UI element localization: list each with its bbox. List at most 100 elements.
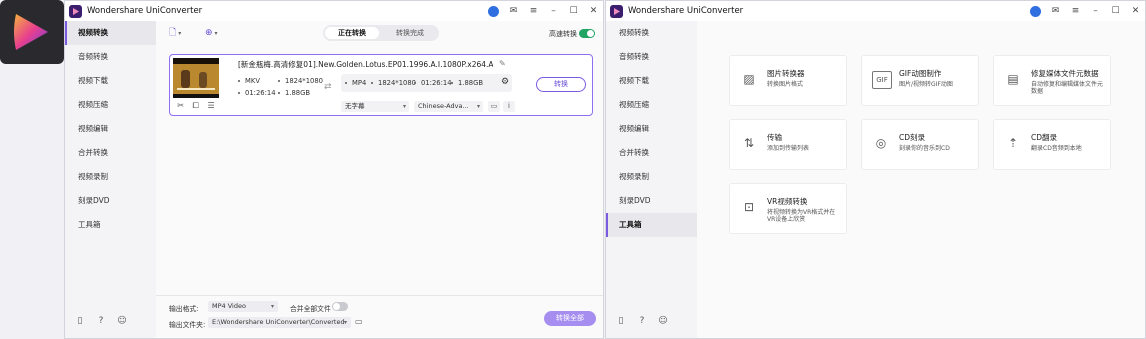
add-circle-icon: ⊕ [205,28,213,38]
toolbox-window: Wondershare UniConverter ✉ ≡ – ☐ ✕ 视频转换 … [605,0,1146,339]
video-thumbnail[interactable] [173,58,219,98]
mail-icon[interactable]: ✉ [508,6,519,17]
output-folder-select[interactable]: E:\Wondershare UniConverter\Converted ▾ [208,317,351,328]
image-convert-icon: ▨ [743,72,755,86]
sidebar-item-video-compress[interactable]: 视频压缩 [606,93,697,117]
trim-icon[interactable]: ✂ [177,101,184,111]
app-logo-icon [610,4,623,18]
sidebar-item-video-download[interactable]: 视频下载 [606,69,697,93]
merge-toggle[interactable] [332,302,348,311]
tool-desc: 添加到传输列表 [767,145,810,152]
account-avatar-icon[interactable] [488,5,499,17]
sidebar-item-video-edit[interactable]: 视频编辑 [65,117,156,141]
effects-icon[interactable]: ☰ [208,101,215,111]
tool-desc: 自动修复和编辑媒体文件元数据 [1031,81,1104,95]
target-info: MP4 1824*1080 01:26:14 1.88GB ⚙ [341,74,512,92]
close-icon[interactable]: ✕ [1130,6,1141,17]
gif-icon: GIF [872,71,892,89]
mail-icon[interactable]: ✉ [1050,6,1061,17]
add-file-button[interactable]: 🗋 ▾ [169,27,181,39]
chevron-down-icon: ▾ [214,29,218,37]
maximize-icon[interactable]: ☐ [1110,6,1121,17]
minimize-icon[interactable]: – [548,6,559,17]
target-resolution: 1824*1080 [371,79,416,87]
sidebar-item-record[interactable]: 视频录制 [65,165,156,189]
sidebar-item-video-convert[interactable]: 视频转换 [606,21,697,45]
minimize-icon[interactable]: – [1090,6,1101,17]
menu-icon[interactable]: ≡ [1070,6,1081,17]
output-folder-label: 输出文件夹: [169,321,206,329]
tab-converting[interactable]: 正在转换 [325,27,379,39]
sidebar-item-record[interactable]: 视频录制 [606,165,697,189]
source-format: MKV [238,77,260,85]
subtitle-select[interactable]: 无字幕 ▾ [341,101,409,112]
sidebar-item-merge[interactable]: 合并转换 [65,141,156,165]
sidebar-item-video-convert[interactable]: 视频转换 [65,21,156,45]
crop-icon[interactable]: ⧠ [193,101,199,111]
file-card[interactable]: ✂ ⧠ ☰ [新金瓶梅.高清修复01].New.Golden.Lotus.EP0… [169,54,593,116]
user-icon[interactable]: ☺ [658,316,668,326]
convert-all-button[interactable]: 转换全部 [544,311,596,326]
book-icon[interactable]: ▯ [75,316,85,326]
source-size: 1.88GB [278,89,310,97]
add-file-icon: 🗋 [169,28,177,38]
sidebar: 视频转换 音频转换 视频下载 视频压缩 视频编辑 合并转换 视频录制 刻录DVD… [606,21,697,338]
sidebar-item-toolbox[interactable]: 工具箱 [65,213,156,237]
app-title: Wondershare UniConverter [628,6,744,16]
app-title: Wondershare UniConverter [87,6,203,16]
convert-button[interactable]: 转换 [536,77,586,92]
tool-title: 修复媒体文件元数据 [1031,69,1099,78]
title-bar: Wondershare UniConverter ✉ ≡ – ☐ ✕ [65,1,603,21]
desktop-app-icon[interactable] [0,0,64,64]
book-icon[interactable]: ▯ [616,316,626,326]
maximize-icon[interactable]: ☐ [568,6,579,17]
settings-gear-icon[interactable]: ⚙ [501,77,509,87]
sidebar: 视频转换 音频转换 视频下载 视频压缩 视频编辑 合并转换 视频录制 刻录DVD… [65,21,156,338]
sidebar-item-video-edit[interactable]: 视频编辑 [606,117,697,141]
tool-gif-maker[interactable]: GIF GIF动图制作 图片/视频转GIF动图 [861,55,979,106]
rename-icon[interactable]: ✎ [499,59,506,68]
tool-vr-convert[interactable]: ⊡ VR视频转换 将视频转换为VR格式并在VR设备上欣赏 [729,183,847,234]
help-icon[interactable]: ? [637,316,647,326]
merge-label: 合并全部文件 [290,305,331,313]
tool-cd-rip[interactable]: ⇡ CD翻录 翻录CD音频到本地 [993,119,1111,170]
source-resolution: 1824*1080 [278,77,323,85]
tool-desc: 图片/视频转GIF动图 [899,81,953,88]
target-duration: 01:26:14 [414,79,452,87]
sidebar-item-burn-dvd[interactable]: 刻录DVD [606,189,697,213]
menu-icon[interactable]: ≡ [528,6,539,17]
output-format-select[interactable]: MP4 Video ▾ [208,301,278,312]
tool-fix-metadata[interactable]: ▤ 修复媒体文件元数据 自动修复和编辑媒体文件元数据 [993,55,1111,106]
tool-title: CD翻录 [1031,133,1058,142]
tool-transfer[interactable]: ⇅ 传输 添加到传输列表 [729,119,847,170]
sidebar-item-video-compress[interactable]: 视频压缩 [65,93,156,117]
account-avatar-icon[interactable] [1030,5,1041,17]
sidebar-item-audio-convert[interactable]: 音频转换 [606,45,697,69]
sidebar-item-burn-dvd[interactable]: 刻录DVD [65,189,156,213]
bottom-bar: 输出格式: MP4 Video ▾ 合并全部文件 输出文件夹: E:\Wonder… [156,295,603,338]
target-format: MP4 [345,79,366,87]
sidebar-item-audio-convert[interactable]: 音频转换 [65,45,156,69]
output-format-label: 输出格式: [169,305,199,313]
close-icon[interactable]: ✕ [588,6,599,17]
help-icon[interactable]: ? [96,316,106,326]
audio-track-select[interactable]: Chinese-Adva... ▾ [414,101,483,112]
sidebar-item-video-download[interactable]: 视频下载 [65,69,156,93]
tool-cd-burn[interactable]: ◎ CD刻录 刻录你的音乐到CD [861,119,979,170]
sidebar-item-merge[interactable]: 合并转换 [606,141,697,165]
status-tabs: 正在转换 转换完成 [323,25,439,41]
tool-desc: 刻录你的音乐到CD [899,145,950,152]
folder-icon[interactable]: ▭ [355,317,363,326]
tab-finished[interactable]: 转换完成 [383,27,437,39]
source-duration: 01:26:14 [238,89,276,97]
tool-desc: 转换图片格式 [767,81,804,88]
subtitle-edit-icon[interactable]: ▭ [488,101,500,112]
tool-title: 传输 [767,133,782,142]
add-media-button[interactable]: ⊕ ▾ [205,27,218,39]
info-icon[interactable]: i [503,101,515,112]
tool-image-converter[interactable]: ▨ 图片转换器 转换图片格式 [729,55,847,106]
user-icon[interactable]: ☺ [117,316,127,326]
high-speed-toggle[interactable] [579,29,595,38]
sidebar-item-toolbox[interactable]: 工具箱 [606,213,697,237]
tool-title: CD刻录 [899,133,926,142]
